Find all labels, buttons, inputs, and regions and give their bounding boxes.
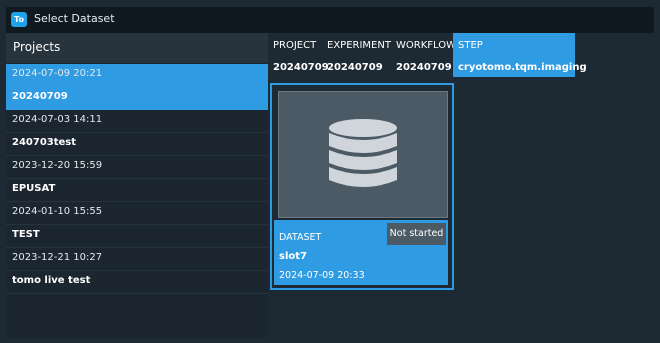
project-list: 2024-07-09 20:21 20240709 2024-07-03 14:… [6,64,268,294]
dataset-label: DATASET [279,232,322,243]
project-name: EPUSAT [12,183,56,194]
path-step[interactable]: STEP cryotomo.tqm.imaging [453,33,587,77]
project-item-tomo-live-test[interactable]: 2023-12-21 10:27 tomo live test [6,248,268,294]
path-header: STEP [458,40,483,51]
path-workflow[interactable]: WORKFLOW 20240709 [391,33,456,77]
projects-header-label: Projects [13,40,61,54]
window-title: Select Dataset [34,12,115,25]
path-value: cryotomo.tqm.imaging [458,62,587,73]
project-name: 20240709 [12,91,68,102]
path-value: 20240709 [327,62,383,73]
project-date: 2023-12-20 15:59 [12,160,103,171]
path-value: 20240709 [273,62,329,73]
path-value: 20240709 [396,62,452,73]
projects-header: Projects [6,33,268,63]
projects-panel: Projects 2024-07-09 20:21 20240709 2024-… [6,33,268,338]
project-item-240703test[interactable]: 2024-07-03 14:11 240703test [6,110,268,156]
project-name: 240703test [12,137,77,148]
status-badge: Not started [387,223,446,245]
project-date: 2024-01-10 15:55 [12,206,103,217]
database-icon [329,119,397,187]
project-date: 2024-07-09 20:21 [12,68,103,79]
path-project[interactable]: PROJECT 20240709 [268,33,329,77]
project-item-epusat[interactable]: 2023-12-20 15:59 EPUSAT [6,156,268,202]
app-icon: To [11,12,27,27]
path-header: EXPERIMENT [327,40,391,51]
project-item-20240709[interactable]: 2024-07-09 20:21 20240709 [6,64,268,110]
project-date: 2023-12-21 10:27 [12,252,103,263]
project-date: 2024-07-03 14:11 [12,114,103,125]
path-experiment[interactable]: EXPERIMENT 20240709 [322,33,391,77]
dataset-name: slot7 [279,251,307,262]
project-item-test[interactable]: 2024-01-10 15:55 TEST [6,202,268,248]
path-header: WORKFLOW [396,40,456,51]
path-header: PROJECT [273,40,317,51]
dataset-date: 2024-07-09 20:33 [279,270,365,281]
dataset-thumbnail [278,91,448,218]
project-name: tomo live test [12,275,91,286]
select-dataset-window: To Select Dataset Projects 2024-07-09 20… [0,0,660,343]
title-bar: To Select Dataset [6,7,654,33]
project-name: TEST [12,229,40,240]
